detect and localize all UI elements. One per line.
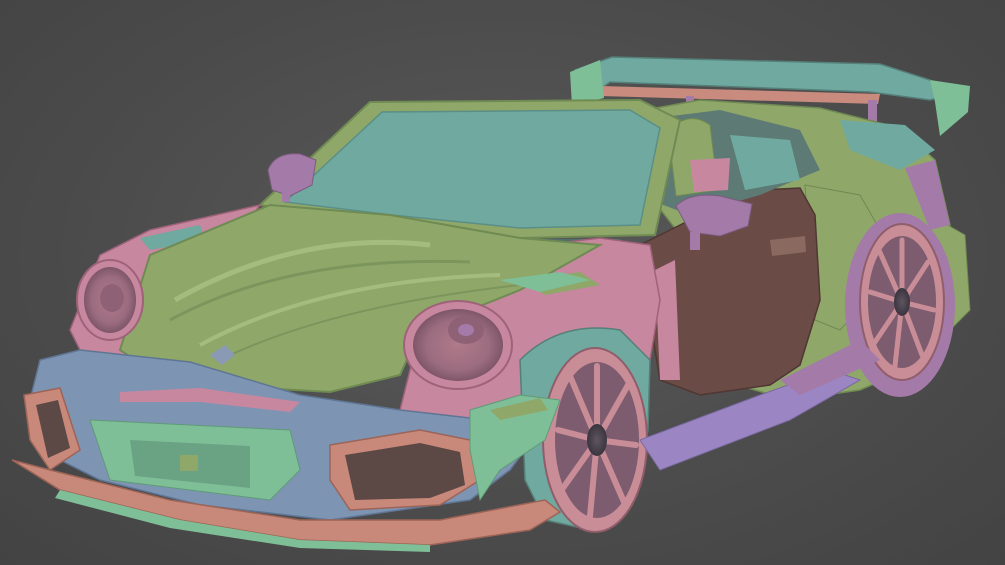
3d-viewport[interactable] — [0, 0, 1005, 565]
headlight-right — [403, 300, 513, 390]
car-model-render — [11, 56, 971, 552]
headlight-left — [76, 259, 144, 341]
rear-wheel — [845, 213, 955, 397]
